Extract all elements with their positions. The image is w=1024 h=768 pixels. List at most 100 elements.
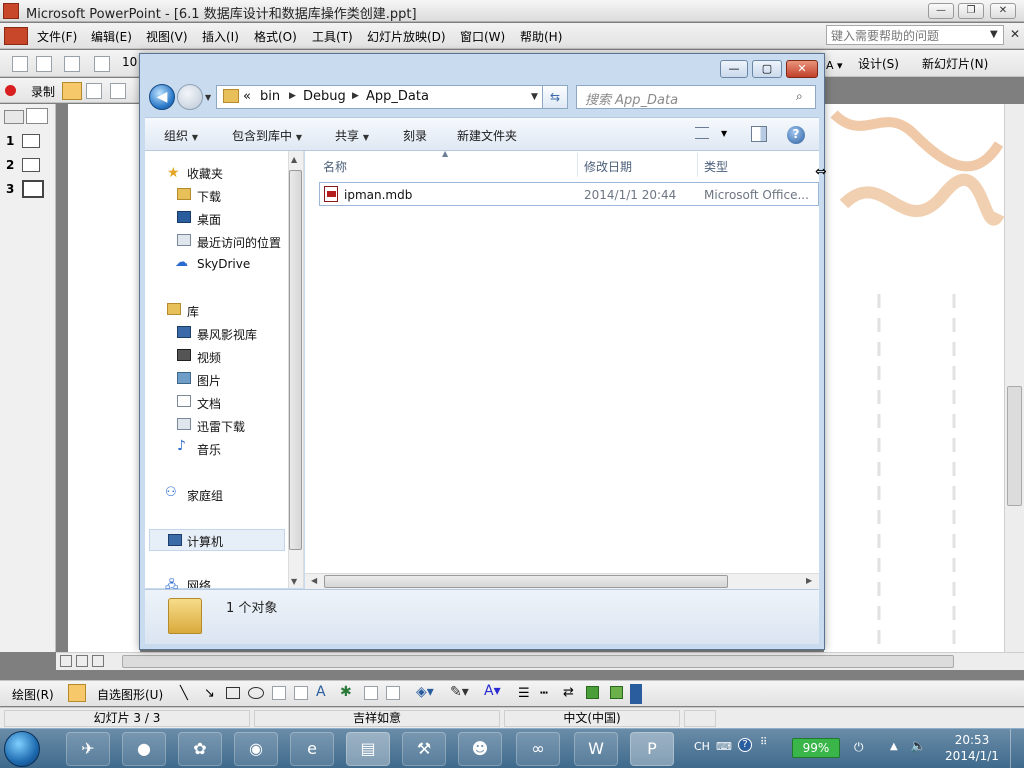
sorter-view-icon[interactable] [76, 655, 88, 667]
dash-style-icon[interactable]: ┅ [540, 686, 548, 701]
help-dropdown-icon[interactable]: ▼ [990, 29, 998, 40]
menu-insert[interactable]: 插入(I) [202, 28, 239, 45]
3d-style-icon[interactable] [610, 686, 623, 699]
nav-downloads[interactable]: 下载 [197, 188, 221, 205]
screen-icon[interactable] [110, 83, 126, 99]
burn-button[interactable]: 刻录 [403, 127, 427, 144]
help-icon[interactable]: ? [787, 126, 805, 144]
dialog-minimize-button[interactable]: — [720, 60, 748, 78]
breadcrumb-app-data[interactable]: App_Data [366, 89, 429, 104]
nav-favorites[interactable]: 收藏夹 [187, 165, 223, 182]
rectangle-tool-icon[interactable] [226, 687, 240, 699]
oval-tool-icon[interactable] [248, 687, 264, 699]
nav-thunder-downloads[interactable]: 迅雷下载 [197, 418, 245, 435]
hscroll-left-icon[interactable]: ◀ [311, 576, 317, 585]
slide-horizontal-scrollbar[interactable] [56, 652, 1024, 670]
nav-network[interactable]: 网络 [187, 577, 211, 588]
diagram-icon[interactable]: ✱ [340, 684, 352, 700]
fill-color-icon[interactable]: ◈▾ [416, 684, 434, 700]
help-search-input[interactable]: 键入需要帮助的问题 [826, 25, 1004, 45]
column-header-type[interactable]: 类型 [704, 158, 728, 175]
taskbar-app-powerpoint-icon[interactable]: P [630, 732, 674, 766]
arrow-tool-icon[interactable]: ↘ [204, 686, 215, 701]
line-tool-icon[interactable]: ╲ [180, 686, 188, 701]
nav-scroll-down-icon[interactable]: ▼ [291, 577, 297, 586]
camera-icon[interactable] [86, 83, 102, 99]
nav-documents[interactable]: 文档 [197, 395, 221, 412]
shadow-style-icon[interactable] [586, 686, 599, 699]
font-color-icon[interactable]: A ▾ [826, 59, 843, 72]
design-button[interactable]: 设计(S) [858, 55, 899, 72]
powerpoint-app-icon[interactable] [3, 3, 19, 19]
taskbar-app-users-icon[interactable]: ☻ [458, 732, 502, 766]
view-dropdown-icon[interactable]: ▼ [721, 129, 727, 138]
record-button[interactable]: 录制 [31, 83, 55, 100]
slides-tab[interactable] [26, 108, 48, 124]
column-divider[interactable] [697, 153, 698, 177]
share-button[interactable]: 共享 ▼ [335, 127, 369, 144]
taskbar-app-visualstudio-icon[interactable]: ∞ [516, 732, 560, 766]
clock-time[interactable]: 20:53 [940, 733, 1004, 747]
vertical-textbox-icon[interactable] [294, 686, 308, 700]
menu-window[interactable]: 窗口(W) [460, 28, 505, 45]
new-file-icon[interactable] [12, 56, 28, 72]
search-input[interactable]: 搜索 App_Data [576, 85, 816, 109]
close-button[interactable]: ✕ [990, 3, 1016, 19]
address-bar[interactable]: « bin ▶ Debug ▶ App_Data ▼ [216, 85, 568, 109]
recent-locations-dropdown-icon[interactable]: ▼ [205, 93, 211, 102]
slide-thumbnail-3[interactable] [22, 180, 44, 198]
draw-menu[interactable]: 绘图(R) [12, 686, 54, 703]
menu-tools[interactable]: 工具(T) [312, 28, 353, 45]
refresh-button[interactable]: ⇆ [542, 85, 568, 109]
slide-vertical-scrollbar[interactable] [1004, 104, 1024, 652]
include-in-library-button[interactable]: 包含到库中 ▼ [232, 127, 302, 144]
nav-baofeng-library[interactable]: 暴风影视库 [197, 326, 257, 343]
taskbar-app-bird-icon[interactable]: ✈ [66, 732, 110, 766]
taskbar-app-ie-icon[interactable]: e [290, 732, 334, 766]
preview-pane-icon[interactable] [751, 126, 767, 142]
hscroll-right-icon[interactable]: ▶ [806, 576, 812, 585]
battery-indicator[interactable]: 99% [792, 738, 840, 758]
menu-view[interactable]: 视图(V) [146, 28, 188, 45]
select-arrow-icon[interactable] [68, 684, 86, 702]
restore-button[interactable]: ❐ [958, 3, 984, 19]
pen-tool-icon[interactable] [62, 82, 82, 100]
clipart-icon[interactable] [364, 686, 378, 700]
nav-computer-row[interactable]: 计算机 [149, 529, 285, 551]
taskbar-app-qq-icon[interactable]: ● [122, 732, 166, 766]
line-style-icon[interactable]: ☰ [518, 686, 530, 701]
dialog-close-button[interactable]: ✕ [786, 60, 818, 78]
column-header-date[interactable]: 修改日期 [584, 158, 632, 175]
picture-icon[interactable] [386, 686, 400, 700]
menu-slideshow[interactable]: 幻灯片放映(D) [367, 28, 446, 45]
nav-scroll-up-icon[interactable]: ▲ [291, 155, 297, 164]
font-color-tool-icon[interactable]: A▾ [484, 683, 501, 699]
nav-videos[interactable]: 视频 [197, 349, 221, 366]
line-color-icon[interactable]: ✎▾ [450, 684, 469, 700]
taskbar-app-explorer-icon[interactable]: ▤ [346, 732, 390, 766]
start-button[interactable] [4, 731, 40, 767]
wordart-icon[interactable]: A [316, 684, 326, 700]
keyboard-icon[interactable]: ⌨ [716, 740, 732, 753]
taskbar-app-word-icon[interactable]: W [574, 732, 618, 766]
nav-music[interactable]: 音乐 [197, 441, 221, 458]
new-slide-button[interactable]: 新幻灯片(N) [922, 55, 988, 72]
address-dropdown-icon[interactable]: ▼ [531, 92, 538, 102]
breadcrumb-overflow[interactable]: « [243, 89, 251, 104]
close-document-icon[interactable]: ✕ [1010, 27, 1020, 41]
taskbar-app-tools-icon[interactable]: ⚒ [402, 732, 446, 766]
normal-view-icon[interactable] [60, 655, 72, 667]
slideshow-view-icon[interactable] [92, 655, 104, 667]
slide-thumbnail-2[interactable] [22, 158, 40, 172]
slide-hscroll-thumb[interactable] [122, 655, 954, 668]
menu-file[interactable]: 文件(F) [37, 28, 77, 45]
ime-help-icon[interactable]: ? [738, 738, 752, 752]
volume-icon[interactable]: 🔈 [910, 739, 926, 754]
breadcrumb-separator-icon[interactable]: ▶ [352, 91, 359, 101]
nav-libraries[interactable]: 库 [187, 303, 199, 320]
power-plug-icon[interactable]: ⏻ [854, 740, 864, 755]
change-view-icon[interactable] [695, 127, 709, 139]
slide-thumbnail-1[interactable] [22, 134, 40, 148]
record-icon[interactable] [5, 85, 16, 96]
nav-homegroup[interactable]: 家庭组 [187, 487, 223, 504]
